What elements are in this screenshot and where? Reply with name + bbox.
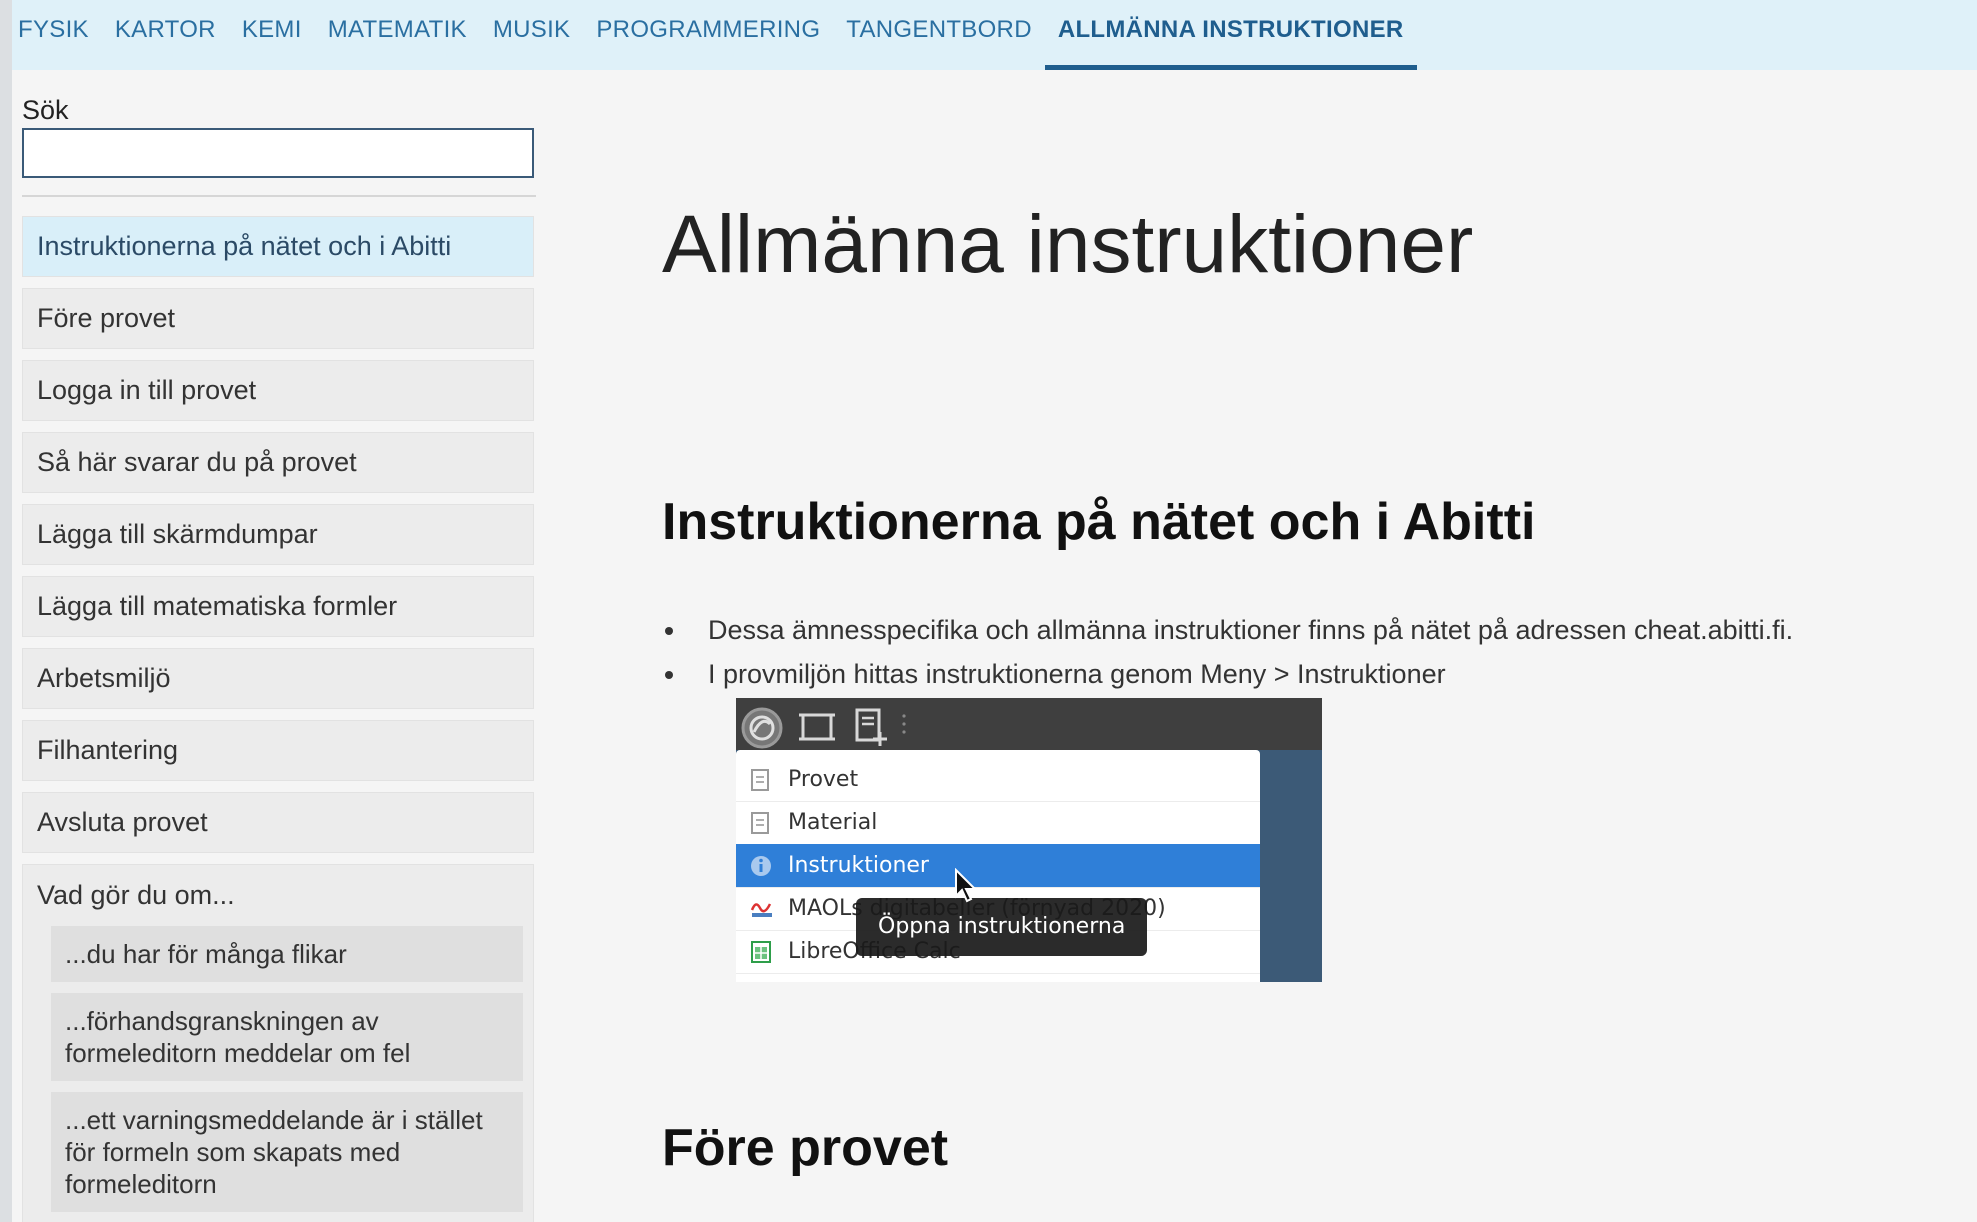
list-item: Dessa ämnesspecifika och allmänna instru… — [688, 608, 1793, 652]
tab-allmanna-instruktioner[interactable]: ALLMÄNNA INSTRUKTIONER — [1044, 0, 1417, 70]
sidebar-item-arbetsmiljo[interactable]: Arbetsmiljö — [22, 648, 534, 709]
tab-matematik[interactable]: MATEMATIK — [315, 0, 480, 54]
menu-item-material: Material — [736, 801, 1260, 845]
section-heading-instruktionerna: Instruktionerna på nätet och i Abitti — [662, 493, 1536, 551]
sidebar-group-vad-gor-du-om: Vad gör du om... ...du har för många fli… — [22, 864, 534, 1222]
sidebar-item-svarar[interactable]: Så här svarar du på provet — [22, 432, 534, 493]
sidebar-group-title[interactable]: Vad gör du om... — [37, 865, 523, 926]
menu-item-instruktioner: Instruktioner — [736, 844, 1260, 888]
top-navigation: FYSIK KARTOR KEMI MATEMATIK MUSIK PROGRA… — [12, 0, 1977, 70]
screenshot-toolbar — [736, 698, 1322, 750]
menu-globe-icon — [741, 707, 783, 749]
section-heading-fore-provet: Före provet — [662, 1119, 949, 1177]
sidebar-item-skarmdumpar[interactable]: Lägga till skärmdumpar — [22, 504, 534, 565]
list-item: I provmiljön hittas instruktionerna geno… — [688, 652, 1793, 696]
sidebar: Sök Instruktionerna på nätet och i Abitt… — [12, 70, 552, 1222]
more-icon — [902, 714, 906, 734]
document-icon — [751, 811, 769, 834]
menu-item-label: Material — [788, 810, 878, 835]
maol-icon — [750, 902, 772, 917]
instructions-list: Dessa ämnesspecifika och allmänna instru… — [662, 608, 1793, 696]
tooltip: Öppna instruktionerna — [856, 898, 1148, 956]
sidebar-divider — [22, 195, 536, 197]
page-title: Allmänna instruktioner — [662, 199, 1474, 290]
sidebar-nav: Instruktionerna på nätet och i Abitti Fö… — [22, 216, 536, 1222]
sidebar-item-logga-in[interactable]: Logga in till provet — [22, 360, 534, 421]
new-document-icon — [855, 708, 887, 746]
sidebar-subitem-flikar[interactable]: ...du har för många flikar — [51, 926, 523, 982]
sidebar-item-fore-provet[interactable]: Före provet — [22, 288, 534, 349]
sidebar-item-instruktionerna[interactable]: Instruktionerna på nätet och i Abitti — [22, 216, 534, 277]
sidebar-subitem-varningsmeddelande[interactable]: ...ett varningsmeddelande är i stället f… — [51, 1092, 523, 1212]
window-edge — [0, 0, 12, 1222]
menu-item-provet: Provet — [736, 758, 1260, 802]
tab-musik[interactable]: MUSIK — [480, 0, 584, 54]
tab-kartor[interactable]: KARTOR — [102, 0, 229, 54]
search-input[interactable] — [22, 128, 534, 178]
sidebar-subitem-forhandsgranskning[interactable]: ...förhandsgranskningen av formeleditorn… — [51, 993, 523, 1081]
screenshot-crop-icon — [799, 713, 835, 741]
mouse-cursor-icon — [955, 868, 978, 903]
sidebar-item-formler[interactable]: Lägga till matematiska formler — [22, 576, 534, 637]
tab-kemi[interactable]: KEMI — [229, 0, 315, 54]
info-icon — [751, 855, 771, 876]
abitti-menu-screenshot: Provet Material Instruktioner MAOLs Libr… — [736, 698, 1322, 982]
document-icon — [751, 768, 769, 791]
sidebar-item-filhantering[interactable]: Filhantering — [22, 720, 534, 781]
tab-tangentbord[interactable]: TANGENTBORD — [833, 0, 1045, 54]
tab-programmering[interactable]: PROGRAMMERING — [583, 0, 833, 54]
spreadsheet-icon — [751, 940, 771, 963]
menu-item-label: Instruktioner — [788, 853, 929, 878]
search-label: Sök — [22, 95, 69, 125]
sidebar-item-avsluta[interactable]: Avsluta provet — [22, 792, 534, 853]
tab-fysik[interactable]: FYSIK — [12, 0, 102, 54]
main-content: Allmänna instruktioner Instruktionerna p… — [552, 70, 1977, 1222]
menu-item-label: Provet — [788, 767, 859, 792]
